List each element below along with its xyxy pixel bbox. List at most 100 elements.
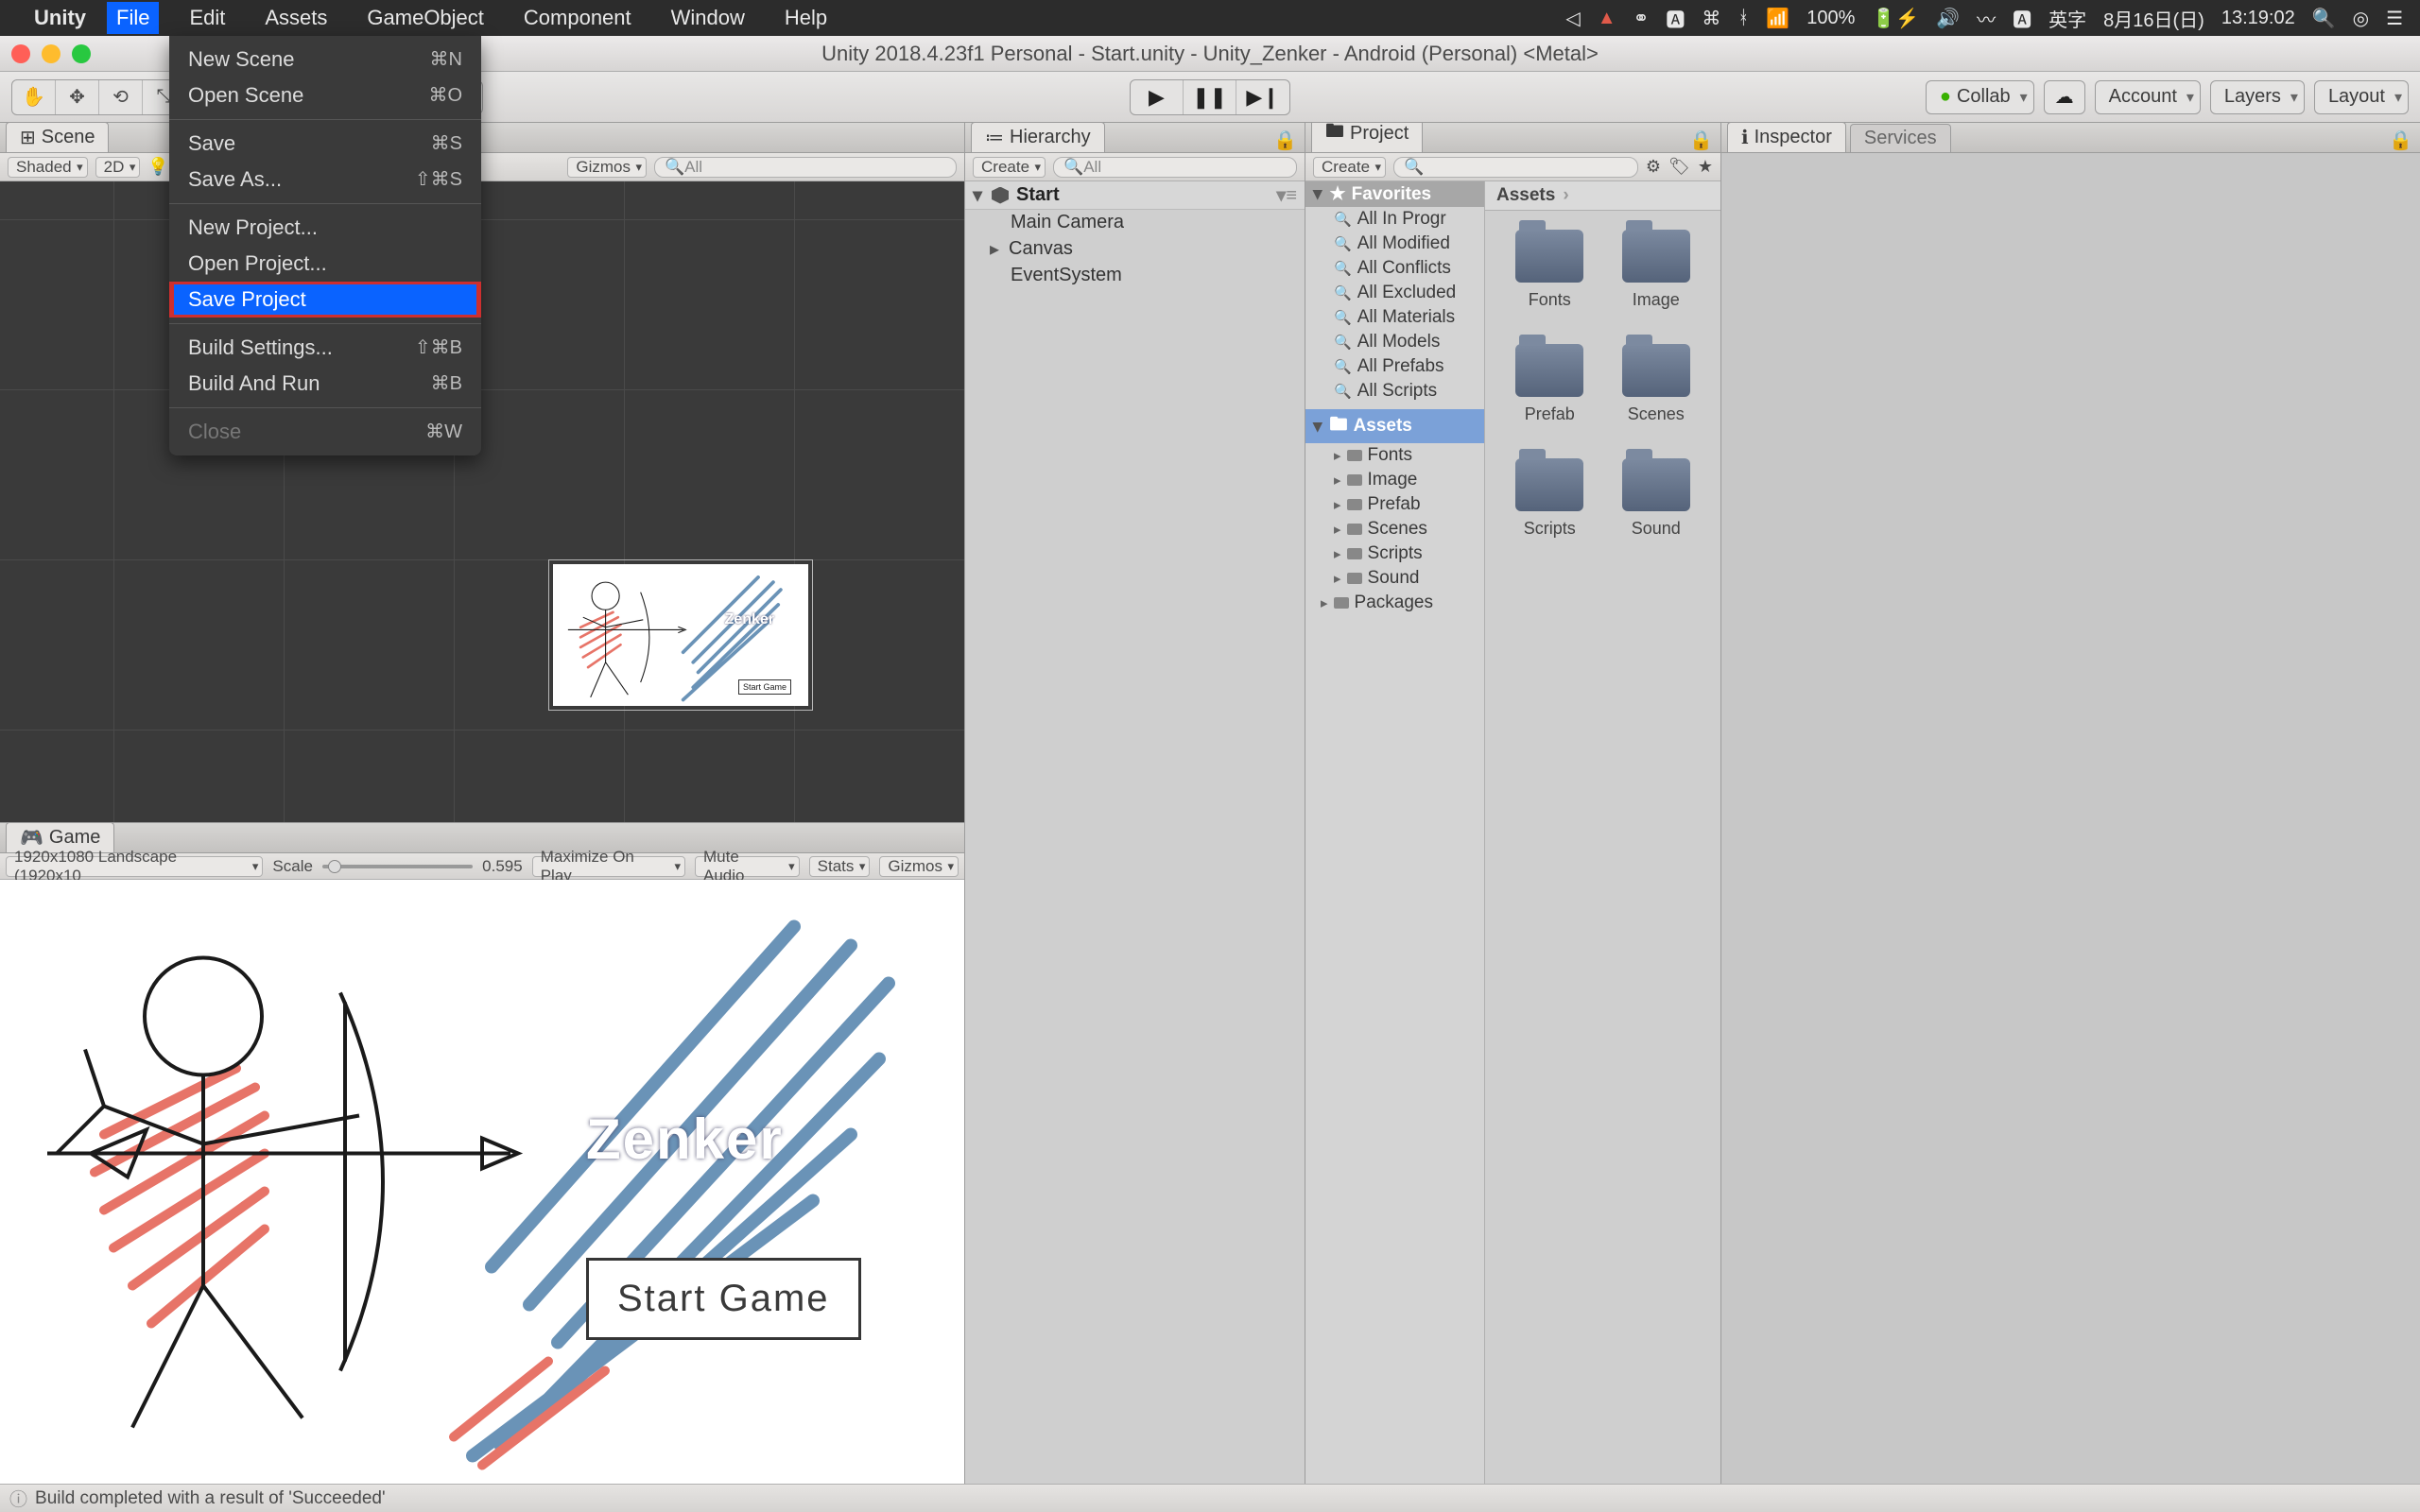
start-game-button[interactable]: Start Game: [586, 1258, 861, 1340]
scene-gizmos-dropdown[interactable]: Gizmos: [567, 157, 647, 178]
project-packages-header[interactable]: Packages: [1305, 591, 1484, 615]
asset-folder-image[interactable]: Image: [1615, 230, 1699, 310]
project-favorite-item[interactable]: All Conflicts: [1305, 256, 1484, 281]
game-maximize-toggle[interactable]: Maximize On Play: [532, 856, 685, 877]
project-breadcrumb[interactable]: Assets ›: [1485, 181, 1720, 211]
ime-text[interactable]: 英字: [2048, 5, 2086, 32]
hierarchy-search[interactable]: 🔍 All: [1053, 157, 1297, 178]
project-favorite-item[interactable]: All Models: [1305, 330, 1484, 354]
file-menu-build-settings-[interactable]: Build Settings...⇧⌘B: [169, 330, 481, 366]
volume-icon[interactable]: 🔊: [1936, 7, 1960, 30]
asset-folder-fonts[interactable]: Fonts: [1508, 230, 1592, 310]
scene-canvas-outline[interactable]: Zenker Start Game: [548, 559, 813, 711]
hierarchy-item-eventsystem[interactable]: EventSystem: [965, 263, 1305, 288]
file-menu-save[interactable]: Save⌘S: [169, 126, 481, 162]
menubar-help[interactable]: Help: [775, 2, 837, 34]
project-folder-item[interactable]: Sound: [1305, 566, 1484, 591]
layers-dropdown[interactable]: Layers: [2210, 80, 2305, 114]
project-create-dropdown[interactable]: Create: [1313, 157, 1386, 178]
project-lock-icon[interactable]: 🔒: [1682, 129, 1720, 152]
asset-folder-sound[interactable]: Sound: [1615, 458, 1699, 539]
project-sidebar[interactable]: ★ Favorites All In ProgrAll ModifiedAll …: [1305, 181, 1485, 1484]
tab-services[interactable]: Services: [1850, 124, 1951, 152]
menubar-edit[interactable]: Edit: [180, 2, 234, 34]
hierarchy-create-dropdown[interactable]: Create: [973, 157, 1046, 178]
window-close-icon[interactable]: [11, 44, 30, 63]
wifi-icon[interactable]: 📶: [1766, 7, 1789, 30]
asset-folder-scenes[interactable]: Scenes: [1615, 344, 1699, 424]
game-aspect-dropdown[interactable]: 1920x1080 Landscape (1920x10: [6, 856, 263, 877]
menubar-app[interactable]: Unity: [34, 6, 86, 30]
window-minimize-icon[interactable]: [42, 44, 60, 63]
file-menu-new-project-[interactable]: New Project...: [169, 210, 481, 246]
scene-2d-toggle[interactable]: 2D: [95, 157, 141, 178]
project-folder-item[interactable]: Image: [1305, 468, 1484, 492]
game-mute-toggle[interactable]: Mute Audio: [695, 856, 800, 877]
control-center-icon[interactable]: ☰: [2386, 7, 2403, 30]
file-menu-open-scene[interactable]: Open Scene⌘O: [169, 77, 481, 113]
project-assets-header[interactable]: 🖿 Assets: [1305, 409, 1484, 443]
menubar-date[interactable]: 8月16日(日): [2103, 5, 2204, 32]
project-favorite-item[interactable]: All Materials: [1305, 305, 1484, 330]
game-gizmos-dropdown[interactable]: Gizmos: [879, 856, 959, 877]
tab-inspector[interactable]: ℹ Inspector: [1727, 122, 1846, 152]
scene-view[interactable]: Zenker Start Game: [0, 181, 964, 822]
file-menu-save-project[interactable]: Save Project: [169, 282, 481, 318]
collab-dropdown[interactable]: Collab: [1926, 80, 2034, 114]
project-favorite-item[interactable]: All In Progr: [1305, 207, 1484, 232]
file-menu-dropdown[interactable]: New Scene⌘NOpen Scene⌘O Save⌘SSave As...⇧…: [169, 36, 481, 455]
menubar-file[interactable]: File: [107, 2, 159, 34]
hierarchy-scene[interactable]: Start▾≡: [965, 181, 1305, 210]
menubar-component[interactable]: Component: [514, 2, 641, 34]
game-view[interactable]: Zenker Start Game: [0, 880, 964, 1484]
pause-button[interactable]: ❚❚: [1184, 80, 1236, 114]
asset-folder-scripts[interactable]: Scripts: [1508, 458, 1592, 539]
hand-tool-icon[interactable]: ✋: [12, 80, 56, 114]
project-search[interactable]: 🔍: [1393, 157, 1638, 178]
wavy-icon[interactable]: 〰: [1977, 5, 1996, 32]
siri-icon[interactable]: ◎: [2353, 7, 2369, 30]
scene-search[interactable]: 🔍 All: [654, 157, 957, 178]
project-favorite-item[interactable]: All Scripts: [1305, 379, 1484, 404]
file-menu-open-project-[interactable]: Open Project...: [169, 246, 481, 282]
scene-shading-dropdown[interactable]: Shaded: [8, 157, 88, 178]
file-menu-close[interactable]: Close⌘W: [169, 414, 481, 450]
ime-icon[interactable]: 🅰: [2013, 5, 2031, 32]
status-icon[interactable]: ⚭: [1634, 7, 1650, 30]
rotate-tool-icon[interactable]: ⟲: [99, 80, 143, 114]
project-favorites-header[interactable]: ★ Favorites: [1305, 181, 1484, 207]
spotlight-icon[interactable]: 🔍: [2312, 7, 2336, 30]
game-scale-slider[interactable]: [322, 865, 473, 868]
step-button[interactable]: ▶❙: [1236, 80, 1289, 114]
cloud-button-icon[interactable]: ☁: [2044, 80, 2085, 114]
unity-hub-icon[interactable]: ◁: [1565, 7, 1580, 30]
layout-dropdown[interactable]: Layout: [2314, 80, 2409, 114]
menubar-assets[interactable]: Assets: [255, 2, 337, 34]
project-favorite-item[interactable]: All Excluded: [1305, 281, 1484, 305]
game-stats-toggle[interactable]: Stats: [809, 856, 871, 877]
play-button[interactable]: ▶: [1131, 80, 1184, 114]
file-menu-new-scene[interactable]: New Scene⌘N: [169, 42, 481, 77]
tab-scene[interactable]: ⊞ Scene: [6, 122, 109, 152]
hierarchy-lock-icon[interactable]: 🔒: [1266, 129, 1305, 152]
command-icon[interactable]: ⌘: [1702, 7, 1720, 30]
menubar-window[interactable]: Window: [662, 2, 754, 34]
asset-folder-prefab[interactable]: Prefab: [1508, 344, 1592, 424]
project-star-icon[interactable]: ★: [1698, 157, 1713, 177]
project-save-icon[interactable]: 🏷: [1668, 157, 1690, 177]
project-folder-item[interactable]: Prefab: [1305, 492, 1484, 517]
squareA-icon[interactable]: 🅰: [1666, 5, 1685, 32]
inspector-lock-icon[interactable]: 🔒: [2381, 129, 2420, 152]
project-folder-item[interactable]: Fonts: [1305, 443, 1484, 468]
scene-light-icon[interactable]: 💡: [147, 157, 168, 177]
file-menu-save-as-[interactable]: Save As...⇧⌘S: [169, 162, 481, 198]
bluetooth-icon[interactable]: ᚼ: [1737, 8, 1749, 29]
window-zoom-icon[interactable]: [72, 44, 91, 63]
project-folder-item[interactable]: Scripts: [1305, 541, 1484, 566]
warning-icon[interactable]: ▲: [1598, 8, 1616, 29]
project-filter-icon[interactable]: ⚙: [1646, 157, 1661, 177]
battery-icon[interactable]: 🔋⚡: [1872, 7, 1919, 30]
tab-hierarchy[interactable]: ≔ Hierarchy: [971, 122, 1105, 152]
account-dropdown[interactable]: Account: [2095, 80, 2201, 114]
project-folder-item[interactable]: Scenes: [1305, 517, 1484, 541]
